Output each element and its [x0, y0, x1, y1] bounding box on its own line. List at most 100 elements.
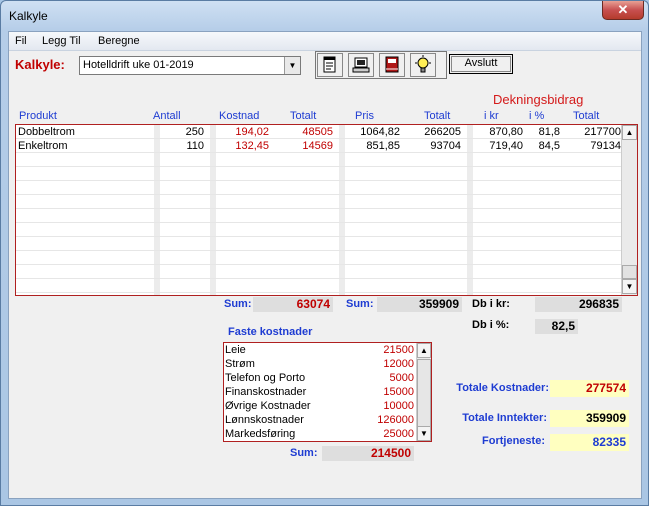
lightbulb-icon[interactable] [410, 53, 436, 77]
table-row-empty[interactable] [16, 181, 621, 195]
cell-antall: 110 [186, 140, 204, 152]
cell-totalt: 48505 [302, 126, 333, 138]
close-button[interactable]: ✕ [602, 1, 644, 20]
client-area: Fil Legg Til Beregne Kalkyle: Hotelldrif… [8, 31, 642, 499]
title-bar: Kalkyle ✕ [1, 1, 648, 31]
cell-db-prosent: 81,8 [538, 126, 560, 138]
grid-scrollbar[interactable]: ▲ ▼ [621, 125, 637, 295]
list-item[interactable]: Leie 21500 [224, 343, 416, 357]
table-row-empty[interactable] [16, 167, 621, 181]
db-kr-value: 296835 [535, 297, 622, 312]
faste-kostnader-list[interactable]: Leie 21500 Strøm 12000 Telefon og Porto 500… [223, 342, 432, 442]
db-prosent-value: 82,5 [535, 319, 578, 334]
list-item[interactable]: Markedsføring 25000 [224, 427, 416, 441]
scroll-down-icon[interactable]: ▼ [622, 279, 637, 294]
faste-sum-value: 214500 [322, 446, 414, 461]
table-row-empty[interactable] [16, 209, 621, 223]
faste-kostnader-title: Faste kostnader [228, 326, 313, 338]
cost-value: 21500 [383, 344, 414, 356]
cost-value: 25000 [383, 428, 414, 440]
cell-produkt: Enkeltrom [18, 140, 68, 152]
menu-beregne[interactable]: Beregne [98, 35, 140, 47]
cell-pris: 1064,82 [360, 126, 400, 138]
scroll-down-icon[interactable]: ▼ [417, 426, 431, 441]
cell-db-prosent: 84,5 [538, 140, 560, 152]
sum-inntekt-value: 359909 [377, 297, 462, 312]
fortjeneste-value: 82335 [550, 434, 629, 451]
menu-legg-til[interactable]: Legg Til [42, 35, 81, 47]
cell-totalt-inntekt: 93704 [430, 140, 461, 152]
list-item[interactable]: Telefon og Porto 5000 [224, 371, 416, 385]
list-item[interactable]: Lønnskostnader 126000 [224, 413, 416, 427]
avslutt-button[interactable]: Avslutt [449, 54, 513, 74]
cost-name: Markedsføring [225, 428, 296, 440]
sum-kostnad-value: 63074 [253, 297, 333, 312]
cost-name: Telefon og Porto [225, 372, 306, 384]
table-row-empty[interactable] [16, 153, 621, 167]
cell-kostnad: 194,02 [235, 126, 269, 138]
sum-kostnad-label: Sum: [224, 298, 252, 310]
app-window: Kalkyle ✕ Fil Legg Til Beregne Kalkyle: … [0, 0, 649, 506]
db-kr-label: Db i kr: [472, 298, 510, 310]
dekningsbidrag-heading: Dekningsbidrag [493, 92, 584, 107]
cell-antall: 250 [185, 126, 204, 138]
cell-db-kr: 870,80 [489, 126, 523, 138]
totale-inntekter-value: 359909 [550, 410, 629, 427]
list-item[interactable]: Strøm 12000 [224, 357, 416, 371]
faste-sum-label: Sum: [290, 447, 318, 459]
header-totalt-inntekt: Totalt [424, 110, 451, 122]
table-row-empty[interactable] [16, 279, 621, 293]
header-totalt: Totalt [290, 110, 317, 122]
list-item[interactable]: Øvrige Kostnader 10000 [224, 399, 416, 413]
table-row-empty[interactable] [16, 195, 621, 209]
table-row-empty[interactable] [16, 223, 621, 237]
table-row[interactable]: Enkeltrom 110 132,45 14569 851,85 93704 … [16, 139, 621, 153]
header-db-kr: i kr [484, 110, 499, 122]
menu-fil[interactable]: Fil [15, 35, 27, 47]
notepad-icon[interactable] [317, 53, 343, 77]
header-db-totalt: Totalt [573, 110, 600, 122]
table-row-empty[interactable] [16, 251, 621, 265]
window-title: Kalkyle [9, 9, 48, 23]
totale-kostnader-label: Totale Kostnader: [456, 382, 549, 394]
fortjeneste-label: Fortjeneste: [482, 435, 545, 447]
cost-name: Øvrige Kostnader [225, 400, 311, 412]
book-icon[interactable] [379, 53, 405, 77]
cost-value: 10000 [383, 400, 414, 412]
cell-produkt: Dobbeltrom [18, 126, 75, 138]
cell-db-kr: 719,40 [489, 140, 523, 152]
scroll-thumb[interactable] [417, 359, 431, 427]
totale-kostnader-value: 277574 [550, 380, 629, 397]
scroll-thumb[interactable] [622, 265, 637, 279]
sum-inntekt-label: Sum: [346, 298, 374, 310]
computer-icon[interactable] [348, 53, 374, 77]
cost-name: Leie [225, 344, 246, 356]
cell-totalt: 14569 [302, 140, 333, 152]
cost-value: 5000 [389, 372, 414, 384]
cell-db-totalt: 217700 [584, 126, 621, 138]
table-row[interactable]: Dobbeltrom 250 194,02 48505 1064,82 2662… [16, 125, 621, 139]
scroll-up-icon[interactable]: ▲ [417, 343, 431, 358]
header-db-prosent: i % [529, 110, 545, 122]
header-produkt: Produkt [19, 110, 57, 122]
cost-value: 15000 [383, 386, 414, 398]
chevron-down-icon[interactable]: ▼ [284, 57, 300, 74]
produkt-grid[interactable]: Dobbeltrom 250 194,02 48505 1064,82 2662… [15, 124, 638, 296]
scroll-up-icon[interactable]: ▲ [622, 125, 637, 140]
cell-totalt-inntekt: 266205 [424, 126, 461, 138]
cost-value: 126000 [377, 414, 414, 426]
cell-kostnad: 132,45 [235, 140, 269, 152]
table-row-empty[interactable] [16, 265, 621, 279]
cell-db-totalt: 79134 [590, 140, 621, 152]
cost-name: Strøm [225, 358, 255, 370]
table-row-empty[interactable] [16, 237, 621, 251]
header-pris: Pris [355, 110, 374, 122]
list-item[interactable]: Finanskostnader 15000 [224, 385, 416, 399]
header-antall: Antall [153, 110, 181, 122]
kalkyle-selected-value: Hotelldrift uke 01-2019 [83, 59, 194, 71]
faste-scrollbar[interactable]: ▲ ▼ [416, 343, 431, 441]
cost-name: Finanskostnader [225, 386, 307, 398]
totale-inntekter-label: Totale Inntekter: [462, 412, 547, 424]
db-prosent-label: Db i %: [472, 319, 510, 331]
kalkyle-select[interactable]: Hotelldrift uke 01-2019 ▼ [79, 56, 301, 75]
